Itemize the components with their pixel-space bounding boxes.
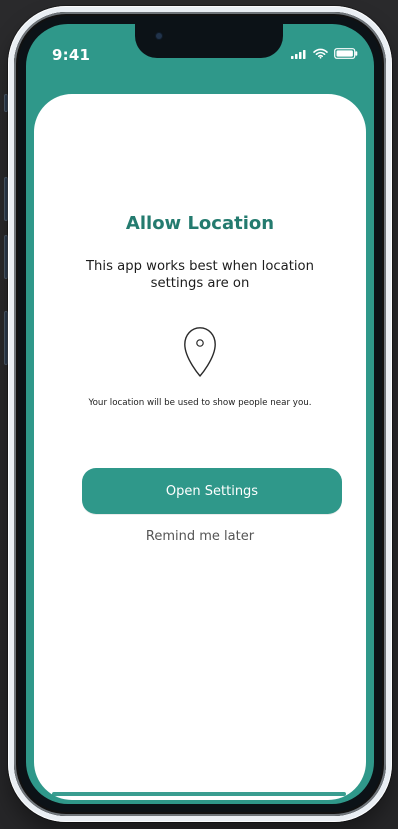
notch bbox=[135, 24, 283, 58]
page-title: Allow Location bbox=[125, 213, 275, 234]
open-settings-button[interactable]: Open Settings bbox=[82, 468, 342, 514]
status-time: 9:41 bbox=[52, 46, 91, 64]
front-camera bbox=[156, 33, 162, 39]
app-stage: 9:41 Allow Location This app works best … bbox=[0, 0, 398, 829]
status-bar: 9:41 bbox=[26, 24, 374, 84]
status-icons bbox=[291, 48, 358, 59]
permission-description: This app works best when location settin… bbox=[86, 259, 314, 291]
wifi-icon bbox=[313, 48, 328, 59]
remind-me-later-link[interactable]: Remind me later bbox=[34, 529, 366, 544]
location-pin-icon bbox=[180, 323, 220, 379]
phone-screen: 9:41 Allow Location This app works best … bbox=[26, 24, 374, 804]
location-permission-card: Allow Location This app works best when … bbox=[34, 94, 366, 800]
signal-icon bbox=[291, 49, 306, 59]
location-usage-note: Your location will be used to show peopl… bbox=[88, 398, 312, 408]
phone-mockup: 9:41 Allow Location This app works best … bbox=[8, 6, 392, 822]
phone-frame: 9:41 Allow Location This app works best … bbox=[14, 12, 386, 816]
bottom-accent-bar bbox=[52, 792, 346, 796]
battery-icon bbox=[334, 48, 358, 59]
